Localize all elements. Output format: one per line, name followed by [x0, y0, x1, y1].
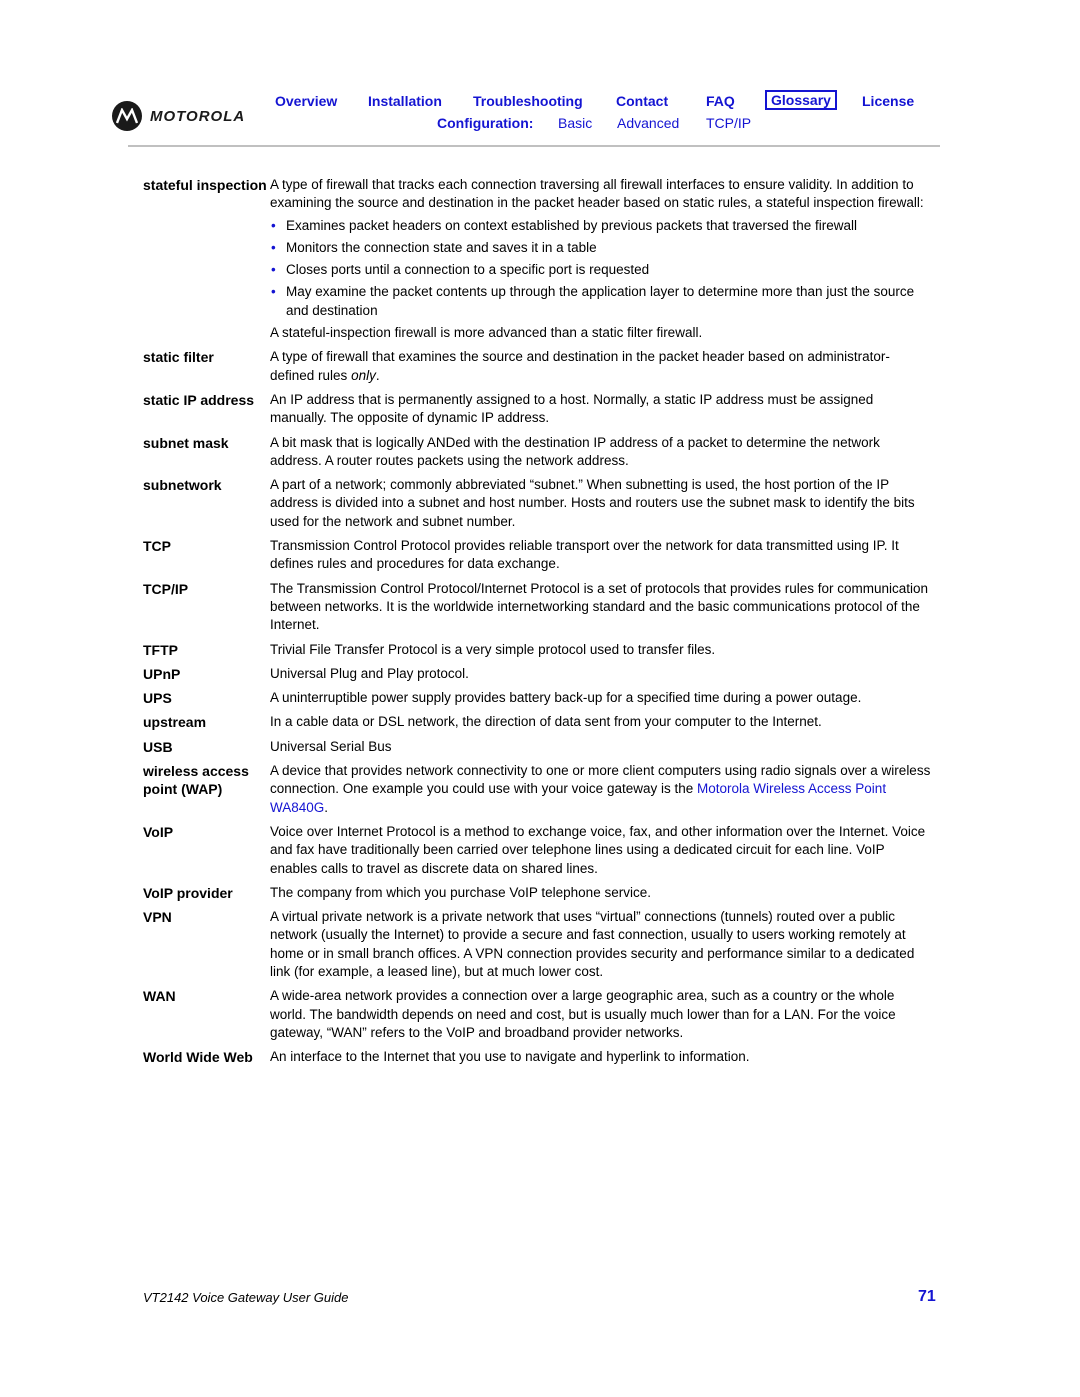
nav-glossary[interactable]: Glossary	[765, 90, 837, 110]
bullet-item: • May examine the packet contents up thro…	[270, 283, 933, 320]
glossary-definition: A type of firewall that examines the sou…	[270, 348, 933, 385]
glossary-term: USB	[143, 738, 173, 755]
bullet-icon: •	[271, 284, 276, 300]
nav-faq[interactable]: FAQ	[706, 93, 735, 109]
glossary-term: subnet mask	[143, 434, 229, 451]
glossary-entry-tcp: TCP Transmission Control Protocol provid…	[143, 537, 933, 574]
glossary-term: VoIP	[143, 823, 174, 840]
bullet-text: Closes ports until a connection to a spe…	[286, 262, 650, 278]
glossary-definition: Universal Plug and Play protocol.	[270, 665, 469, 681]
bullet-item: • Examines packet headers on context esta…	[270, 217, 933, 235]
nav-contact[interactable]: Contact	[616, 93, 668, 109]
glossary-list: stateful inspection A type of firewall t…	[143, 176, 933, 1072]
nav-troubleshooting[interactable]: Troubleshooting	[473, 93, 583, 109]
glossary-definition: A bit mask that is logically ANDed with …	[270, 434, 880, 468]
glossary-term: UPnP	[143, 665, 181, 682]
glossary-term: subnetwork	[143, 477, 222, 494]
glossary-entry-vpn: VPN A virtual private network is a priva…	[143, 908, 933, 981]
glossary-definition: Voice over Internet Protocol is a method…	[270, 823, 926, 876]
glossary-definition: An IP address that is permanently assign…	[270, 391, 874, 426]
bullet-text: Monitors the connection state and saves …	[286, 239, 597, 255]
glossary-definition: Universal Serial Bus	[270, 738, 392, 754]
motorola-batwing-icon	[112, 101, 142, 131]
glossary-entry-tcp-ip: TCP/IP The Transmission Control Protocol…	[143, 580, 933, 635]
glossary-term: WAN	[143, 988, 176, 1005]
glossary-term: TCP/IP	[143, 580, 189, 597]
glossary-term: static IP address	[143, 391, 255, 408]
glossary-entry-usb: USB Universal Serial Bus	[143, 738, 933, 756]
glossary-term: stateful inspection	[143, 177, 267, 193]
glossary-entry-subnetwork: subnetwork A part of a network; commonly…	[143, 476, 933, 531]
header-divider	[128, 145, 940, 147]
glossary-definition: In a cable data or DSL network, the dire…	[270, 714, 822, 730]
nav-config-tcpip[interactable]: TCP/IP	[706, 115, 751, 131]
definition-emphasis: only	[351, 367, 376, 383]
glossary-entry-static-ip-address: static IP address An IP address that is …	[143, 391, 933, 428]
bullet-icon: •	[271, 217, 276, 233]
nav-installation[interactable]: Installation	[368, 93, 442, 109]
glossary-definition: A uninterruptible power supply provides …	[270, 690, 862, 706]
glossary-term: World Wide Web	[143, 1049, 253, 1066]
glossary-term: VoIP provider	[143, 884, 233, 901]
nav-overview[interactable]: Overview	[275, 93, 337, 109]
glossary-definition: Transmission Control Protocol provides r…	[270, 538, 899, 572]
bullet-text: May examine the packet contents up throu…	[286, 284, 915, 318]
glossary-entry-wireless-access-point: wireless access point (WAP) A device tha…	[143, 762, 933, 817]
glossary-term: static filter	[143, 349, 214, 366]
glossary-entry-voip: VoIP Voice over Internet Protocol is a m…	[143, 823, 933, 878]
bullet-icon: •	[271, 262, 276, 278]
definition-outro: A stateful-inspection firewall is more a…	[270, 325, 703, 341]
motorola-logo: MOTOROLA	[112, 101, 245, 131]
bullet-item: • Closes ports until a connection to a sp…	[270, 261, 933, 279]
glossary-term: UPS	[143, 690, 172, 707]
glossary-entry-ups: UPS A uninterruptible power supply provi…	[143, 689, 933, 707]
footer-document-title: VT2142 Voice Gateway User Guide	[143, 1290, 349, 1305]
glossary-term: TFTP	[143, 641, 178, 658]
definition-intro: A type of firewall that tracks each conn…	[270, 177, 924, 211]
glossary-entry-stateful-inspection: stateful inspection A type of firewall t…	[143, 176, 933, 342]
nav-license[interactable]: License	[862, 93, 914, 109]
glossary-entry-tftp: TFTP Trivial File Transfer Protocol is a…	[143, 641, 933, 659]
glossary-entry-subnet-mask: subnet mask A bit mask that is logically…	[143, 434, 933, 471]
glossary-entry-wan: WAN A wide-area network provides a conne…	[143, 987, 933, 1042]
glossary-definition: The company from which you purchase VoIP…	[270, 884, 651, 900]
glossary-definition: Trivial File Transfer Protocol is a very…	[270, 641, 716, 657]
glossary-entry-upstream: upstream In a cable data or DSL network,…	[143, 713, 933, 731]
glossary-definition: A part of a network; commonly abbreviate…	[270, 477, 915, 529]
glossary-term: VPN	[143, 909, 172, 926]
configuration-label: Configuration:	[437, 115, 534, 131]
glossary-definition: A type of firewall that tracks each conn…	[270, 176, 933, 342]
bullet-text: Examines packet headers on context estab…	[286, 217, 858, 233]
glossary-term: wireless access point (WAP)	[143, 763, 249, 798]
glossary-entry-voip-provider: VoIP provider The company from which you…	[143, 884, 933, 902]
glossary-definition: A device that provides network connectiv…	[270, 762, 933, 817]
nav-config-advanced[interactable]: Advanced	[617, 115, 679, 131]
glossary-definition: The Transmission Control Protocol/Intern…	[270, 580, 929, 633]
page-number: 71	[918, 1288, 936, 1305]
brand-name: MOTOROLA	[150, 107, 246, 125]
definition-bullets: • Examines packet headers on context esta…	[270, 217, 933, 320]
glossary-term: upstream	[143, 714, 207, 731]
glossary-definition: A wide-area network provides a connectio…	[270, 988, 896, 1040]
definition-tail: .	[375, 367, 380, 383]
glossary-definition: An interface to the Internet that you us…	[270, 1049, 750, 1065]
nav-config-basic[interactable]: Basic	[558, 115, 592, 131]
glossary-entry-static-filter: static filter A type of firewall that ex…	[143, 348, 933, 385]
glossary-entry-world-wide-web: World Wide Web An interface to the Inter…	[143, 1048, 933, 1066]
glossary-entry-upnp: UPnP Universal Plug and Play protocol.	[143, 665, 933, 683]
glossary-term: TCP	[143, 538, 171, 555]
bullet-item: • Monitors the connection state and saves…	[270, 239, 933, 257]
bullet-icon: •	[271, 239, 276, 255]
glossary-definition: A virtual private network is a private n…	[270, 909, 915, 979]
definition-tail: .	[324, 799, 329, 815]
